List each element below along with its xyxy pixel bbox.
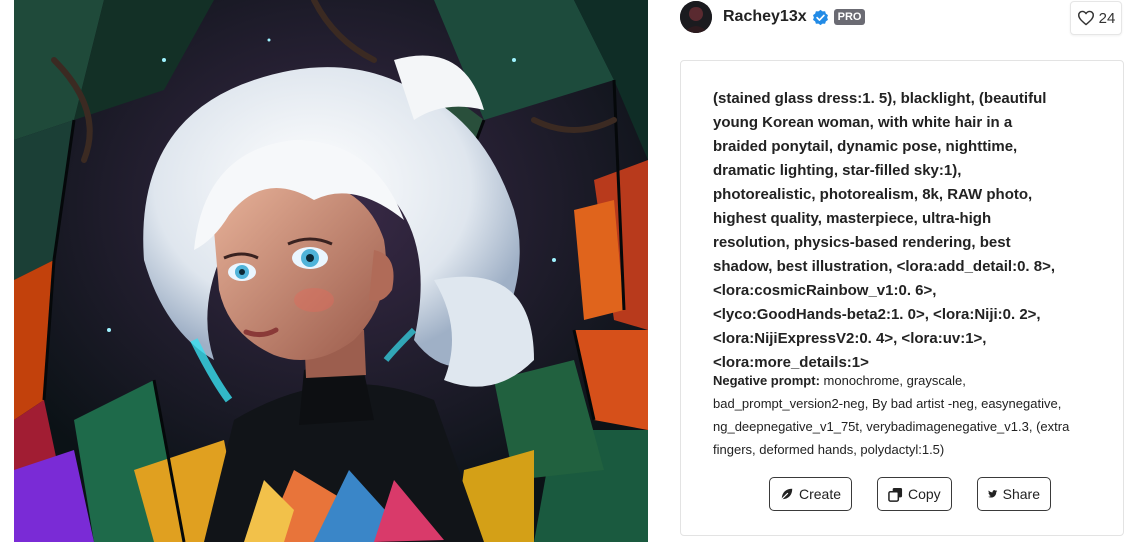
stained-glass-portrait-image — [14, 0, 648, 542]
like-button[interactable]: 24 — [1070, 1, 1122, 35]
copy-icon — [888, 487, 903, 502]
like-count: 24 — [1098, 9, 1116, 27]
page: Rachey13x PRO 24 (stained glass dress:1.… — [0, 0, 1136, 542]
artwork-image[interactable] — [14, 0, 648, 542]
create-button[interactable]: Create — [769, 477, 852, 511]
leaf-icon — [781, 488, 793, 500]
prompt-text: (stained glass dress:1. 5), blacklight, … — [713, 90, 1056, 371]
generation-details-card: (stained glass dress:1. 5), blacklight, … — [680, 60, 1124, 536]
negative-prompt: Negative prompt: monochrome, grayscale, … — [713, 369, 1093, 461]
copy-button[interactable]: Copy — [877, 477, 952, 511]
heart-icon — [1077, 10, 1094, 26]
action-buttons: Create Copy Share — [769, 477, 1051, 511]
share-button[interactable]: Share — [977, 477, 1051, 511]
pro-badge: PRO — [833, 9, 866, 25]
username-link[interactable]: Rachey13x — [723, 8, 807, 26]
share-label: Share — [1002, 486, 1040, 502]
create-label: Create — [798, 486, 841, 502]
twitter-icon — [988, 490, 998, 498]
verified-check-icon — [812, 9, 828, 25]
copy-label: Copy — [908, 486, 941, 502]
avatar[interactable] — [680, 1, 712, 33]
avatar-image — [680, 1, 712, 33]
user-header: Rachey13x PRO — [680, 0, 866, 34]
negative-prompt-label: Negative prompt: — [713, 373, 820, 388]
